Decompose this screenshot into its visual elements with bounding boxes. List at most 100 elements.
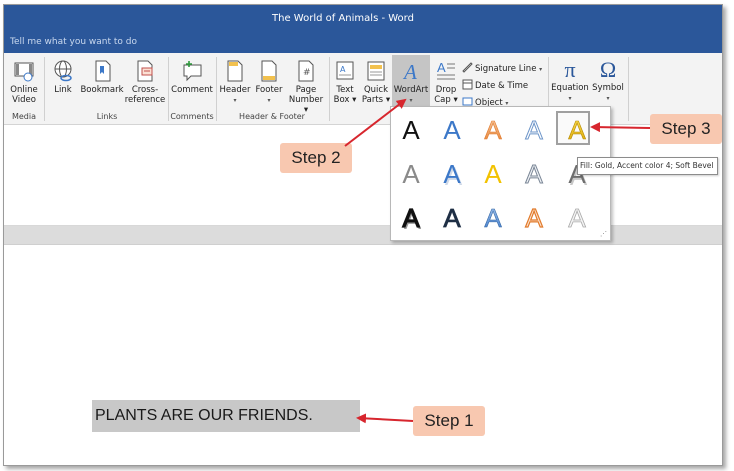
quick-parts-label2: Parts ▾ [361,95,391,105]
svg-text:A: A [437,60,446,75]
selected-text[interactable]: PLANTS ARE OUR FRIENDS. [92,400,360,432]
cross-reference-icon [137,60,153,82]
footer-label1: Footer [255,85,283,95]
page-number-label1: Page [295,85,317,95]
window-title: The World of Animals - Word [272,13,414,24]
comment-label: Comment [171,85,213,95]
signature-line-icon [462,62,473,73]
footer-caret: ▾ [267,97,271,104]
wordart-style-gold-soft-bevel[interactable]: A [568,115,587,146]
wordart-style-outline-blue[interactable]: A [525,115,544,146]
text-box-label1: Text [336,85,354,95]
step3-callout: Step 3 [650,114,722,144]
page-number-button[interactable]: # Page Number ▾ [286,59,326,115]
text-box-label2: Box ▾ [333,95,357,105]
svg-text:#: # [303,68,311,78]
signature-line-caret: ▾ [539,66,543,73]
footer-button[interactable]: Footer ▾ [252,59,286,106]
wordart-style-dark-bold[interactable]: A [443,203,462,234]
wordart-icon: A [402,60,417,83]
document-page[interactable] [4,244,722,465]
quick-parts-button[interactable]: Quick Parts ▾ [361,59,391,105]
drop-cap-icon: A [437,60,455,80]
cross-reference-button[interactable]: Cross- reference [124,59,166,105]
symbol-caret: ▾ [606,95,610,102]
group-separator [44,57,45,121]
wordart-label1: WordArt [393,85,429,95]
resize-grip-icon[interactable]: ⋰ [600,230,607,238]
group-separator [216,57,217,121]
wordart-tooltip: Fill: Gold, Accent color 4; Soft Bevel [577,157,718,175]
drop-cap-label2: Cap ▾ [434,95,458,105]
symbol-label1: Symbol [592,83,624,93]
date-time-label: Date & Time [475,81,529,91]
insert-ribbon: Online Video Media Link Bookmark Cross- … [4,53,722,125]
group-separator [168,57,169,121]
group-separator [628,57,629,121]
online-video-icon [14,62,34,82]
svg-text:A: A [340,65,346,74]
group-media-label: Media [11,112,37,121]
wordart-button[interactable]: A WordArt ▾ [392,55,430,110]
header-label1: Header [219,85,251,95]
wordart-style-blue-fill[interactable]: A [443,115,461,145]
link-label: Link [54,85,72,95]
link-button[interactable]: Link [48,59,78,95]
online-video-button[interactable]: Online Video [7,59,41,105]
date-time-icon [462,79,473,90]
wordart-style-blue-shadow[interactable]: A [443,159,461,189]
header-button[interactable]: Header ▾ [218,59,252,106]
wordart-style-orange-outline[interactable]: A [525,202,544,233]
step1-callout: Step 1 [413,406,485,436]
equation-button[interactable]: π Equation ▾ [550,57,590,104]
word-window: The World of Animals - Word Tell me what… [3,4,723,466]
cross-reference-label1: Cross- [131,85,159,95]
footer-icon [261,60,277,82]
title-bar: The World of Animals - Word Tell me what… [4,5,722,53]
wordart-style-black-fill[interactable]: A [402,115,420,145]
equation-label1: Equation [551,83,589,93]
link-globe-icon [54,60,72,82]
svg-text:A: A [402,60,417,83]
signature-line-label: Signature Line [475,64,537,74]
drop-cap-label1: Drop [435,85,457,95]
online-video-label1: Online [10,85,38,95]
page-gap [4,226,722,244]
wordart-caret: ▾ [409,97,413,104]
comment-button[interactable]: Comment [170,59,214,95]
omega-icon: Ω [599,57,617,82]
cross-reference-label2: reference [124,95,166,105]
tell-me-search[interactable]: Tell me what you want to do [10,37,137,47]
equation-caret: ▾ [568,95,572,102]
online-video-label2: Video [12,95,36,105]
bookmark-button[interactable]: Bookmark [80,59,124,95]
wordart-style-light-outline[interactable]: A [568,203,587,234]
group-separator [329,57,330,121]
date-time-button[interactable]: Date & Time [462,79,528,91]
header-icon [227,60,243,82]
drop-cap-button[interactable]: A Drop Cap ▾ [432,59,460,105]
group-comments-label: Comments [170,112,214,121]
wordart-style-blue-bevel[interactable]: A [484,203,503,234]
step2-callout: Step 2 [280,143,352,173]
wordart-style-gray-fill[interactable]: A [402,159,420,189]
quick-parts-label1: Quick [363,85,389,95]
wordart-style-orange-gradient[interactable]: A [484,115,503,146]
pi-icon: π [564,57,576,82]
wordart-style-black-bold[interactable]: A [402,202,421,233]
quick-parts-icon [367,61,385,81]
group-header-footer-label: Header & Footer [239,112,305,121]
wordart-style-outline-gray[interactable]: A [525,159,544,190]
document-area-top [4,126,722,226]
text-box-button[interactable]: A Text Box ▾ [331,59,359,105]
bookmark-icon [95,60,111,82]
header-caret: ▾ [233,97,237,104]
bookmark-label: Bookmark [80,85,124,95]
wordart-style-gold-fill[interactable]: A [484,159,502,189]
symbol-button[interactable]: Ω Symbol ▾ [590,57,626,104]
page-number-icon: # [298,60,314,82]
signature-line-button[interactable]: Signature Line ▾ [462,62,542,74]
text-box-icon: A [336,61,354,80]
comment-icon [183,61,202,82]
group-links-label: Links [96,112,118,121]
